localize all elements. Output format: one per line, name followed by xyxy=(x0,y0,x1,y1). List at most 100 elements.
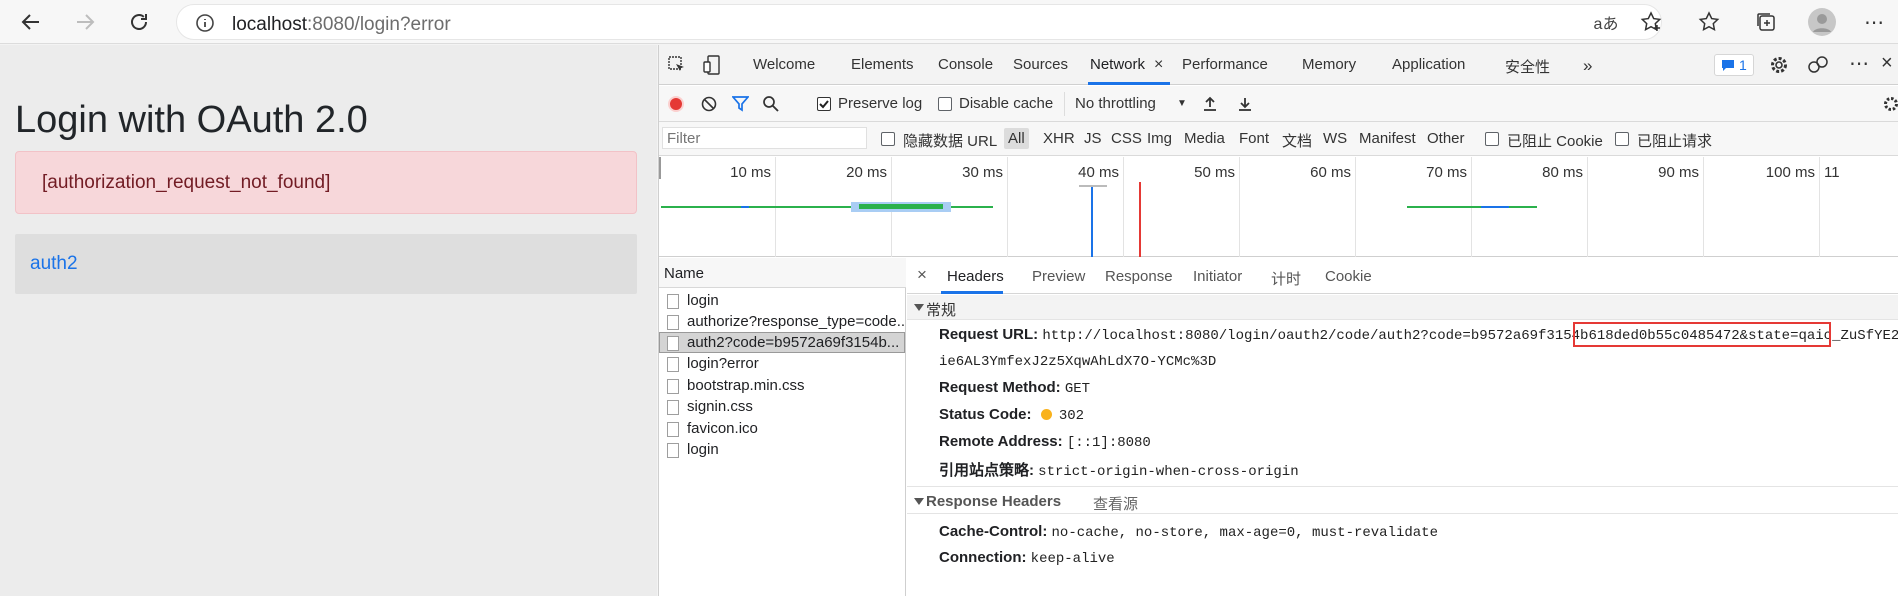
blocked-requests-checkbox[interactable] xyxy=(1615,132,1629,146)
devtools-more-icon[interactable]: ⋯ xyxy=(1849,51,1869,76)
type-filter-font[interactable]: Font xyxy=(1239,130,1269,147)
url-path: :8080/login?error xyxy=(307,14,451,35)
type-filter-img[interactable]: Img xyxy=(1147,130,1172,147)
devtools-close-icon[interactable]: × xyxy=(1881,52,1893,75)
cache-control-value: no-cache, no-store, max-age=0, must-reva… xyxy=(1051,525,1438,541)
avatar[interactable] xyxy=(1808,8,1836,36)
close-tab-icon[interactable]: × xyxy=(1154,56,1163,74)
issues-badge[interactable]: 1 xyxy=(1714,54,1754,76)
timeline-gridline xyxy=(1703,157,1704,257)
record-icon[interactable] xyxy=(668,96,684,112)
close-details-icon[interactable]: × xyxy=(917,265,927,285)
filter-icon[interactable] xyxy=(732,96,749,112)
request-row[interactable]: authorize?response_type=code... xyxy=(659,311,905,332)
address-bar[interactable]: localhost:8080/login?error xyxy=(176,4,1662,40)
throttling-select[interactable]: No throttling ▼ xyxy=(1064,92,1192,116)
tab-initiator[interactable]: Initiator xyxy=(1193,268,1242,285)
name-column-header[interactable]: Name xyxy=(659,258,906,288)
tab-console[interactable]: Console xyxy=(938,56,993,73)
blocked-cookies-label: 已阻止 Cookie xyxy=(1507,133,1603,150)
more-tabs-icon[interactable]: » xyxy=(1583,56,1592,76)
export-har-icon[interactable] xyxy=(1237,96,1253,112)
connection-row: Connection: keep-alive xyxy=(939,549,1115,567)
url-host: localhost xyxy=(232,14,307,35)
general-section-header[interactable]: 常规 xyxy=(907,295,1898,320)
type-filter-xhr[interactable]: XHR xyxy=(1043,130,1075,147)
type-filter-ws[interactable]: WS xyxy=(1323,130,1347,147)
tab-preview[interactable]: Preview xyxy=(1032,268,1085,285)
document-icon xyxy=(667,443,679,458)
url-text[interactable]: localhost:8080/login?error xyxy=(232,14,451,36)
type-filter-all[interactable]: All xyxy=(1004,128,1029,149)
request-name: login xyxy=(687,292,719,309)
request-name: login xyxy=(687,441,719,458)
more-menu-icon[interactable]: ⋯ xyxy=(1860,8,1888,36)
error-alert: [authorization_request_not_found] xyxy=(15,151,637,214)
network-settings-icon[interactable] xyxy=(1883,96,1898,112)
feedback-icon[interactable] xyxy=(1807,55,1829,75)
tab-sources[interactable]: Sources xyxy=(1013,56,1068,73)
type-filter-media[interactable]: Media xyxy=(1184,130,1225,147)
status-code-key: Status Code: xyxy=(939,406,1032,423)
search-icon[interactable] xyxy=(762,95,780,113)
request-row[interactable]: login xyxy=(659,290,905,311)
tab-cookie[interactable]: Cookie xyxy=(1325,268,1372,285)
oauth-provider-link[interactable]: auth2 xyxy=(15,234,637,294)
timeline-tick-label: 90 ms xyxy=(1658,164,1699,181)
status-code-value: 302 xyxy=(1058,408,1085,424)
tab-response[interactable]: Response xyxy=(1105,268,1173,285)
provider-label[interactable]: auth2 xyxy=(30,253,78,274)
name-header-label: Name xyxy=(664,265,705,282)
referrer-policy-row: 引用站点策略: strict-origin-when-cross-origin xyxy=(939,459,1299,480)
request-row[interactable]: login xyxy=(659,439,905,460)
filter-bar: 隐藏数据 URL All XHR JS CSS Img Media Font 文… xyxy=(659,122,1898,156)
request-row[interactable]: bootstrap.min.css xyxy=(659,375,905,396)
request-row[interactable]: favicon.ico xyxy=(659,418,905,439)
settings-gear-icon[interactable] xyxy=(1769,55,1789,75)
document-icon xyxy=(667,294,679,309)
request-row[interactable]: signin.css xyxy=(659,396,905,417)
device-toolbar-icon[interactable] xyxy=(702,54,722,76)
favorite-add-icon[interactable] xyxy=(1637,8,1665,36)
read-aloud-label: aあ xyxy=(1593,16,1619,33)
type-filter-js[interactable]: JS xyxy=(1084,130,1102,147)
preserve-log-label: Preserve log xyxy=(838,95,923,112)
hide-data-urls-checkbox[interactable] xyxy=(881,132,895,146)
response-headers-section-header[interactable]: Response Headers 查看源 xyxy=(907,486,1898,514)
view-source-link[interactable]: 查看源 xyxy=(1093,493,1138,514)
timeline-tick-label: 100 ms xyxy=(1765,164,1815,181)
read-aloud-icon[interactable]: aあ xyxy=(1592,8,1620,36)
favorites-icon[interactable] xyxy=(1695,8,1723,36)
forward-button[interactable] xyxy=(68,6,102,38)
import-har-icon[interactable] xyxy=(1202,96,1218,112)
tab-elements[interactable]: Elements xyxy=(851,56,914,73)
tab-network[interactable]: Network xyxy=(1090,56,1145,73)
tab-application[interactable]: Application xyxy=(1392,56,1465,73)
tab-security[interactable]: 安全性 xyxy=(1505,56,1550,77)
tab-headers[interactable]: Headers xyxy=(947,268,1004,285)
collections-icon[interactable] xyxy=(1752,8,1780,36)
info-icon[interactable] xyxy=(195,13,215,33)
tab-timing[interactable]: 计时 xyxy=(1271,268,1301,289)
request-name: auth2?code=b9572a69f3154b... xyxy=(687,334,900,351)
disable-cache-checkbox[interactable] xyxy=(938,97,952,111)
reload-button[interactable] xyxy=(122,6,156,38)
back-button[interactable] xyxy=(14,6,48,38)
timeline-overview[interactable]: 10 ms 20 ms 30 ms 40 ms 50 ms 60 ms 70 m… xyxy=(659,157,1898,257)
request-row-selected[interactable]: auth2?code=b9572a69f3154b... xyxy=(659,332,905,353)
preserve-log-checkbox[interactable] xyxy=(817,97,831,111)
tab-performance[interactable]: Performance xyxy=(1182,56,1268,73)
request-row[interactable]: login?error xyxy=(659,353,905,374)
blocked-cookies-checkbox[interactable] xyxy=(1485,132,1499,146)
type-filter-manifest[interactable]: Manifest xyxy=(1359,130,1416,147)
load-line xyxy=(1139,182,1141,257)
request-name: signin.css xyxy=(687,398,753,415)
type-filter-other[interactable]: Other xyxy=(1427,130,1465,147)
type-filter-doc[interactable]: 文档 xyxy=(1282,130,1312,151)
inspect-element-icon[interactable] xyxy=(667,55,687,75)
filter-input[interactable] xyxy=(662,127,867,149)
clear-icon[interactable] xyxy=(701,96,717,112)
type-filter-css[interactable]: CSS xyxy=(1111,130,1142,147)
tab-welcome[interactable]: Welcome xyxy=(753,56,815,73)
tab-memory[interactable]: Memory xyxy=(1302,56,1356,73)
